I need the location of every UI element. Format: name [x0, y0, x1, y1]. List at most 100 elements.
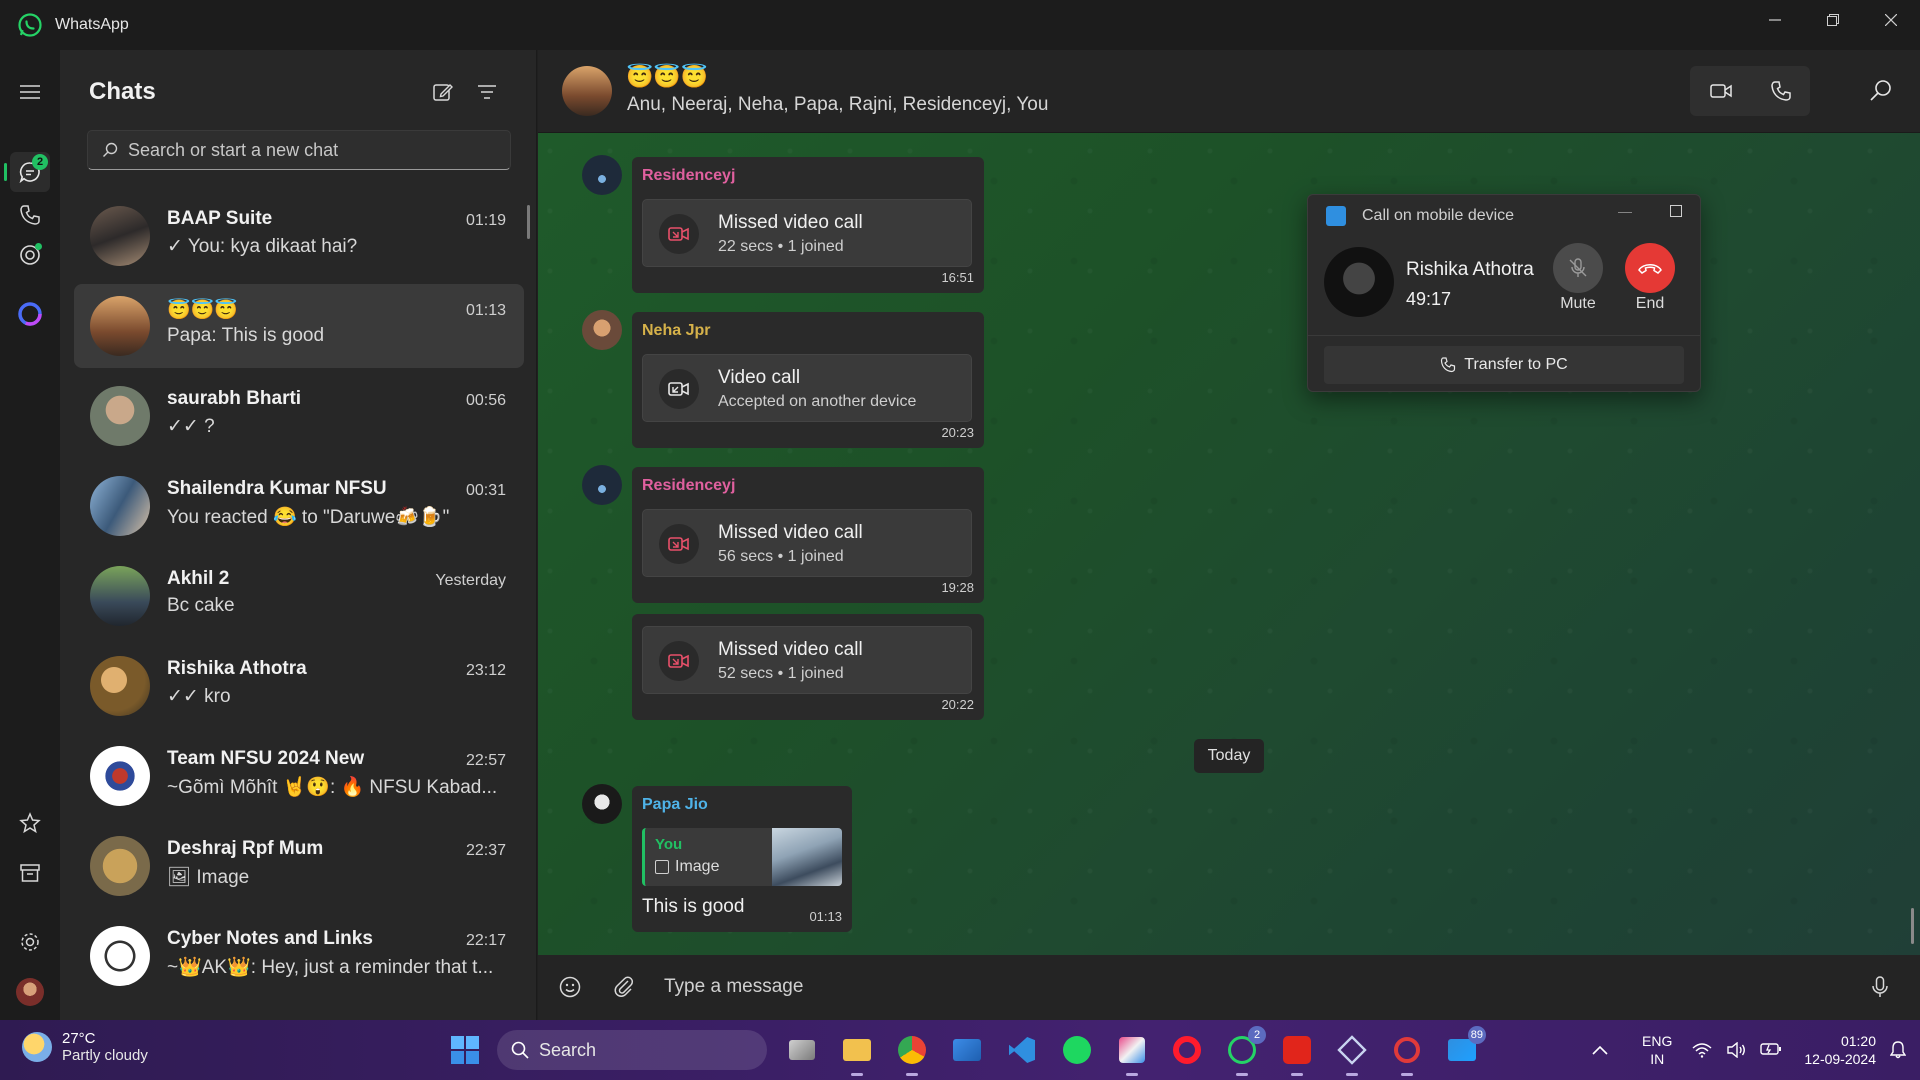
profile-avatar[interactable]: [16, 978, 44, 1006]
acrobat-icon[interactable]: [1277, 1030, 1317, 1076]
chat-row[interactable]: Team NFSU 2024 New 22:57 ~Gõmì Mõhît 🤘😲:…: [74, 734, 524, 818]
microphone-icon[interactable]: [1868, 975, 1892, 999]
chat-row[interactable]: Cyber Notes and Links 22:17 ~👑AK👑: Hey, …: [74, 914, 524, 998]
sender-avatar[interactable]: [582, 155, 622, 195]
chat-preview: ~👑AK👑: Hey, just a reminder that t...: [167, 957, 494, 978]
chat-name: 😇😇😇: [167, 300, 238, 321]
sender-name[interactable]: Residenceyj: [642, 167, 735, 185]
whatsapp-window: WhatsApp 2 Chats Search or start a new c…: [0, 0, 1920, 1020]
whatsapp-taskbar-icon[interactable]: 2: [1222, 1026, 1266, 1076]
sender-name[interactable]: Residenceyj: [642, 477, 735, 495]
search-input[interactable]: [128, 139, 508, 161]
restore-button[interactable]: [1804, 0, 1862, 40]
voice-call-icon[interactable]: [1770, 81, 1791, 101]
tray-icons[interactable]: [1692, 1042, 1782, 1058]
message-time: 19:28: [941, 580, 974, 595]
conversation-header[interactable]: 😇😇😇 Anu, Neeraj, Neha, Papa, Rajni, Resi…: [538, 50, 1920, 133]
search-in-chat-icon[interactable]: [1868, 78, 1894, 104]
virtualbox-icon[interactable]: [1332, 1030, 1372, 1076]
message-bubble[interactable]: Neha Jpr Video call Accepted on another …: [632, 312, 984, 448]
mail-icon[interactable]: 89: [1442, 1026, 1486, 1070]
taskbar-search[interactable]: Search: [497, 1030, 767, 1070]
message-area[interactable]: Residenceyj Missed video call 22 secs • …: [538, 133, 1920, 955]
video-call-icon[interactable]: [1709, 82, 1732, 100]
chat-row[interactable]: BAAP Suite 01:19 ✓ You: kya dikaat hai?: [74, 194, 524, 278]
powershell-icon[interactable]: [947, 1030, 987, 1070]
clock[interactable]: 01:20 12-09-2024: [1804, 1032, 1876, 1068]
chat-list-scrollbar[interactable]: [527, 205, 530, 239]
language-indicator[interactable]: ENG IN: [1642, 1032, 1672, 1068]
chat-preview: ✓✓ ?: [167, 416, 215, 437]
rail-starred[interactable]: [10, 803, 50, 843]
filter-button[interactable]: [473, 78, 501, 106]
rail-status[interactable]: [10, 235, 50, 275]
phone-link-taskbar-icon[interactable]: [1387, 1030, 1427, 1076]
transfer-to-pc-button[interactable]: Transfer to PC: [1324, 346, 1684, 384]
mute-button[interactable]: [1553, 243, 1603, 293]
call-card[interactable]: Video call Accepted on another device: [642, 354, 972, 422]
popup-maximize-button[interactable]: [1670, 205, 1682, 217]
rail-calls[interactable]: [10, 195, 50, 235]
chat-row[interactable]: Akhil 2 Yesterday Bc cake: [74, 554, 524, 638]
sender-avatar[interactable]: [582, 465, 622, 505]
weather-widget[interactable]: 27°C Partly cloudy: [22, 1030, 148, 1064]
minimize-button[interactable]: [1746, 0, 1804, 40]
chat-preview: You reacted 😂 to "Daruwe🍻🍺": [167, 507, 450, 528]
message-bubble[interactable]: Papa Jio You Image This is good 01:13: [632, 786, 852, 932]
chat-name: Cyber Notes and Links: [167, 928, 373, 949]
rail-settings[interactable]: [10, 922, 50, 962]
rail-meta-ai[interactable]: [10, 294, 50, 334]
spotify-icon[interactable]: [1057, 1030, 1097, 1070]
chat-row[interactable]: Shailendra Kumar NFSU 00:31 You reacted …: [74, 464, 524, 548]
start-button[interactable]: [445, 1030, 485, 1070]
message-input[interactable]: [664, 969, 1814, 1005]
call-card[interactable]: Missed video call 52 secs • 1 joined: [642, 626, 972, 694]
task-view-icon[interactable]: [782, 1030, 822, 1070]
rail-chats[interactable]: 2: [4, 152, 50, 192]
menu-button[interactable]: [10, 72, 50, 112]
sender-name[interactable]: Neha Jpr: [642, 322, 710, 340]
hang-up-icon: [1638, 264, 1662, 274]
wifi-icon: [1692, 1043, 1712, 1058]
notification-bell-icon[interactable]: [1890, 1041, 1906, 1059]
opera-icon[interactable]: [1167, 1030, 1207, 1070]
sender-avatar[interactable]: [582, 784, 622, 824]
caller-avatar: [1324, 247, 1394, 317]
chat-avatar: [90, 656, 150, 716]
vscode-icon[interactable]: [1002, 1030, 1042, 1070]
end-call-button[interactable]: [1625, 243, 1675, 293]
chrome-icon[interactable]: [892, 1030, 932, 1076]
chat-avatar: [90, 836, 150, 896]
snipping-tool-icon[interactable]: [1112, 1030, 1152, 1076]
messages-scrollbar[interactable]: [1911, 908, 1914, 944]
close-button[interactable]: [1862, 0, 1920, 40]
sender-avatar[interactable]: [582, 310, 622, 350]
temperature: 27°C: [62, 1030, 96, 1047]
search-box[interactable]: [87, 130, 511, 170]
chat-row-selected[interactable]: 😇😇😇 01:13 Papa: This is good: [74, 284, 524, 368]
popup-minimize-button[interactable]: —: [1618, 203, 1632, 219]
message-bubble[interactable]: Residenceyj Missed video call 56 secs • …: [632, 467, 984, 603]
call-card[interactable]: Missed video call 56 secs • 1 joined: [642, 509, 972, 577]
chat-row[interactable]: Rishika Athotra 23:12 ✓✓ kro: [74, 644, 524, 728]
window-controls: [1746, 0, 1920, 40]
message-bubble[interactable]: Residenceyj Missed video call 22 secs • …: [632, 157, 984, 293]
chat-name: Deshraj Rpf Mum: [167, 838, 324, 859]
new-chat-button[interactable]: [429, 78, 457, 106]
missed-video-call-icon: [659, 524, 699, 564]
file-explorer-icon[interactable]: [837, 1030, 877, 1076]
quoted-message[interactable]: You Image: [642, 828, 842, 886]
rail-archived[interactable]: [10, 853, 50, 893]
emoji-icon[interactable]: [558, 975, 582, 999]
chat-row[interactable]: Deshraj Rpf Mum 22:37 🖼 Image: [74, 824, 524, 908]
sender-name[interactable]: Papa Jio: [642, 796, 708, 814]
missed-video-call-icon: [659, 214, 699, 254]
attach-icon[interactable]: [612, 975, 636, 999]
chat-avatar: [90, 746, 150, 806]
chevron-up-icon[interactable]: [1592, 1045, 1608, 1055]
chat-row[interactable]: saurabh Bharti 00:56 ✓✓ ?: [74, 374, 524, 458]
call-card[interactable]: Missed video call 22 secs • 1 joined: [642, 199, 972, 267]
chat-avatar: [90, 476, 150, 536]
group-avatar[interactable]: [562, 66, 612, 116]
message-bubble[interactable]: Missed video call 52 secs • 1 joined 20:…: [632, 614, 984, 720]
